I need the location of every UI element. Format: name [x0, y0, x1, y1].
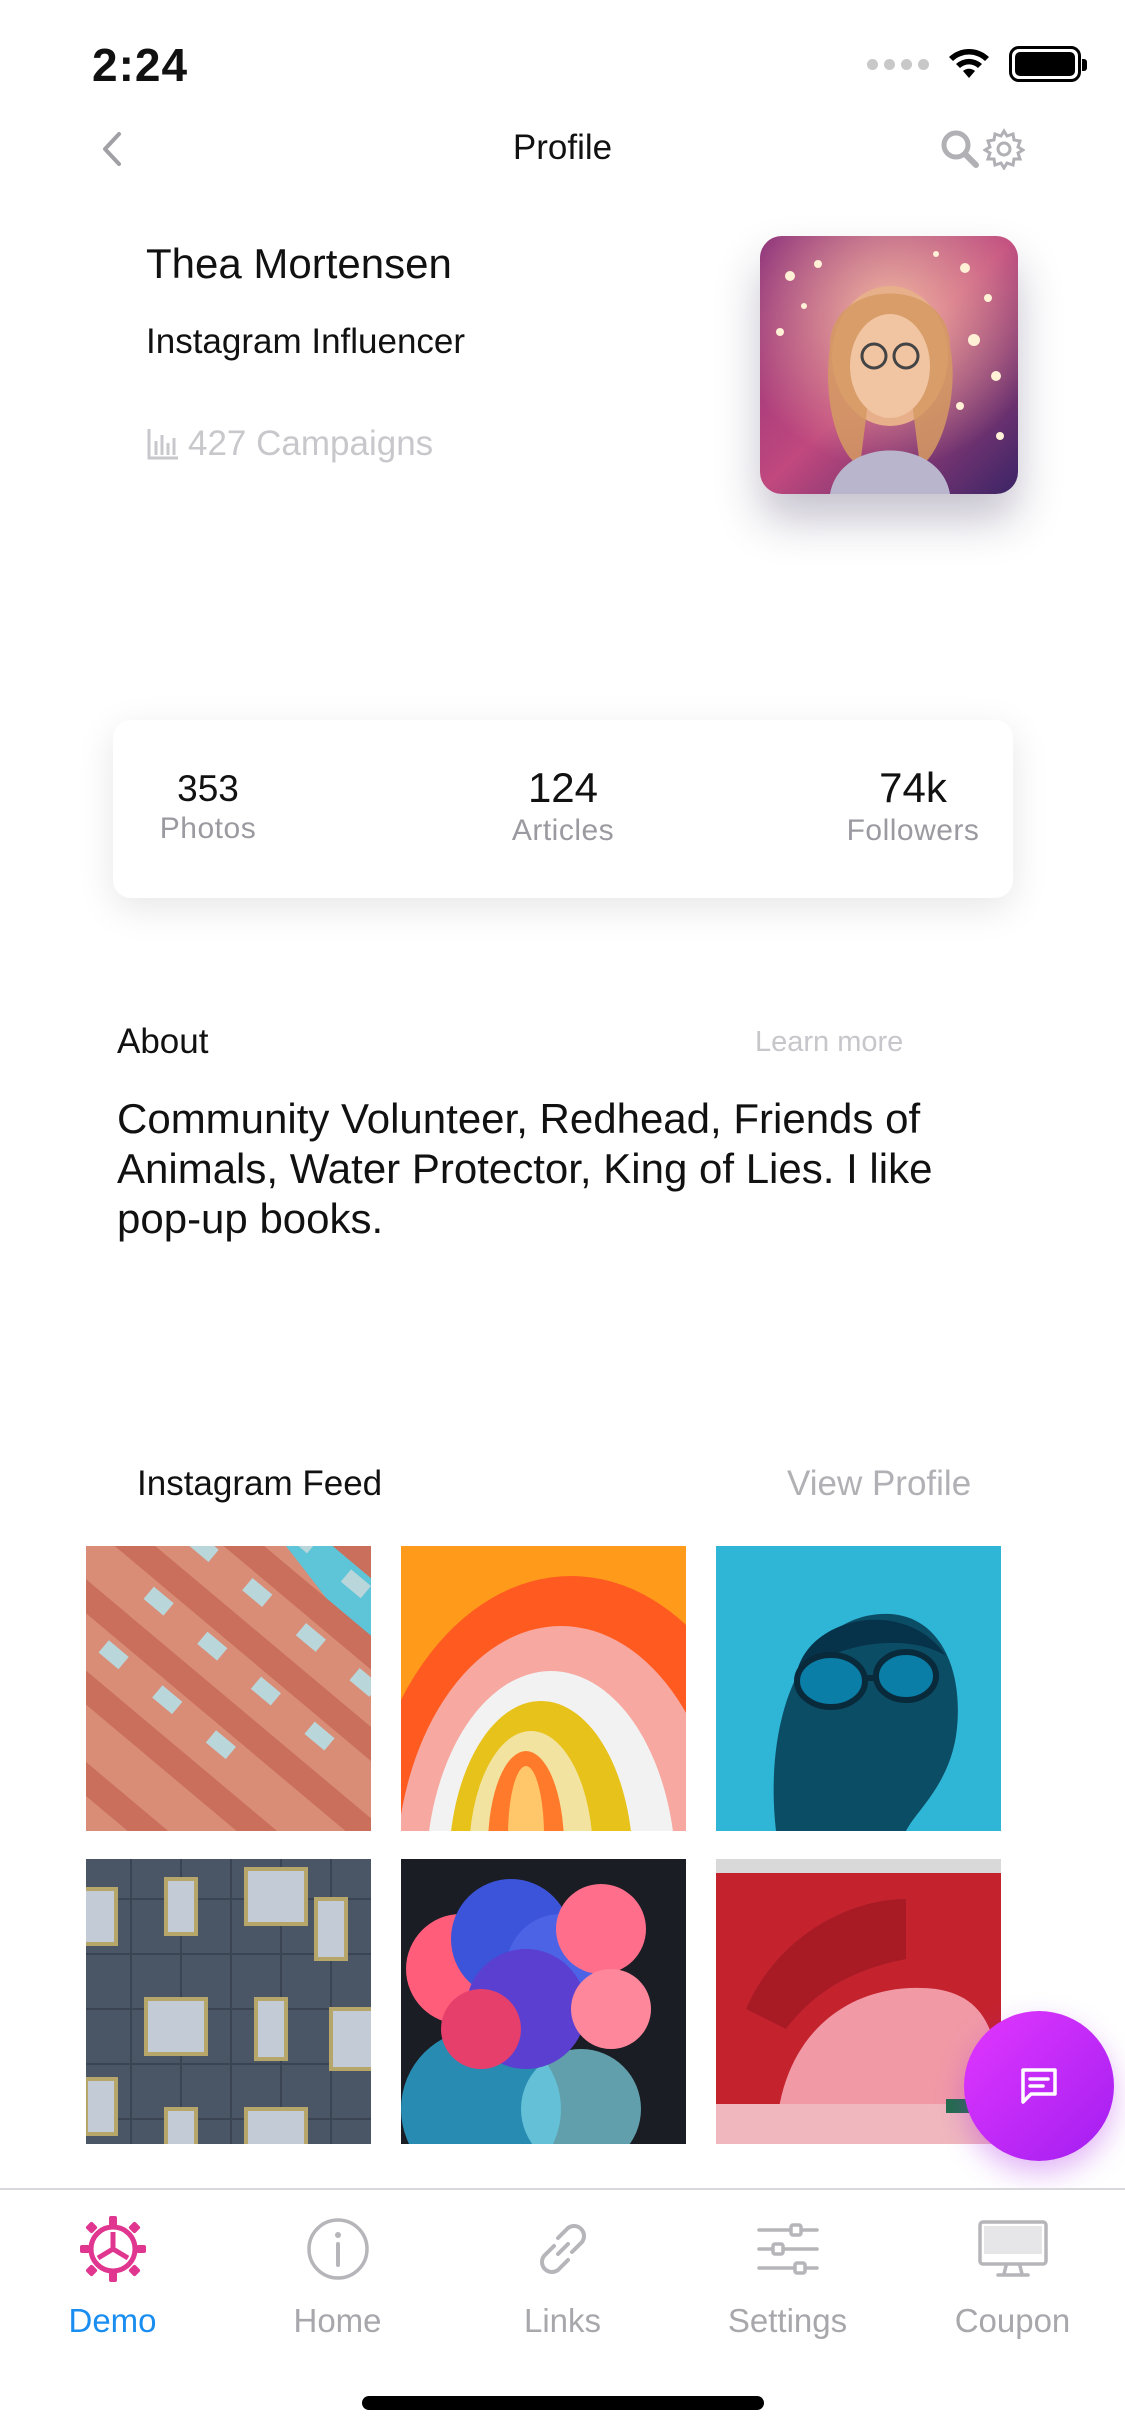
feed-photo[interactable] — [401, 1859, 686, 2144]
link-icon — [539, 2224, 586, 2274]
feed-photo[interactable] — [716, 1546, 1001, 1831]
settings-button[interactable] — [982, 124, 1026, 174]
stat-label: Photos — [159, 812, 257, 845]
gear-icon — [79, 2216, 146, 2282]
rainbow-arch-photo — [401, 1546, 686, 1831]
battery-icon — [1009, 46, 1087, 82]
tab-settings[interactable]: Settings — [675, 2204, 900, 2340]
stat-photos[interactable]: 353 Photos — [133, 768, 283, 846]
feed-photo[interactable] — [86, 1859, 371, 2144]
profile-role: Instagram Influencer — [146, 322, 466, 361]
stat-followers[interactable]: 74k Followers — [833, 764, 993, 848]
home-indicator[interactable] — [362, 2396, 764, 2410]
stat-value: 353 — [177, 768, 239, 809]
tab-coupon[interactable]: Coupon — [900, 2204, 1125, 2340]
bar-chart-icon — [147, 429, 178, 460]
message-icon — [1021, 2068, 1057, 2104]
abstract-red-photo — [716, 1859, 1001, 2144]
search-button[interactable] — [938, 124, 982, 174]
stat-value: 74k — [879, 764, 947, 811]
tab-demo[interactable]: Demo — [0, 2204, 225, 2340]
avatar[interactable] — [760, 236, 1018, 494]
tab-label: Demo — [68, 2302, 157, 2339]
campaigns-label: 427 Campaigns — [188, 424, 434, 463]
about-title: About — [117, 1022, 209, 1061]
tab-label: Coupon — [954, 2302, 1071, 2339]
stat-label: Followers — [846, 814, 980, 847]
tab-icon-wrap — [225, 2204, 450, 2294]
message-fab[interactable] — [964, 2011, 1114, 2161]
tab-label: Settings — [727, 2302, 848, 2339]
feed-title: Instagram Feed — [137, 1464, 383, 1503]
tab-label: Home — [293, 2302, 382, 2339]
wifi-icon — [949, 49, 989, 78]
tab-label: Links — [523, 2302, 602, 2339]
tab-icon-wrap — [0, 2204, 225, 2294]
learn-more-link[interactable]: Learn more — [755, 1026, 903, 1059]
feed-photo[interactable] — [716, 1859, 1001, 2144]
info-icon — [306, 2218, 369, 2280]
tab-icon-wrap — [450, 2204, 675, 2294]
profile-screen: 2:24 Profile Thea Mortensen Instagram In… — [0, 0, 1125, 2436]
search-icon — [941, 130, 979, 168]
facade-photo — [86, 1859, 371, 2144]
feed-photo[interactable] — [401, 1546, 686, 1831]
monitor-icon — [977, 2220, 1048, 2277]
feed-photo[interactable] — [86, 1546, 371, 1831]
building-photo — [86, 1546, 371, 1831]
gear-icon — [983, 128, 1025, 170]
stats-card: 353 Photos 124 Articles 74k Followers — [113, 720, 1013, 898]
stat-articles[interactable]: 124 Articles — [488, 764, 638, 848]
tab-home[interactable]: Home — [225, 2204, 450, 2340]
portrait-photo — [716, 1546, 1001, 1831]
status-time: 2:24 — [92, 39, 189, 91]
stat-label: Articles — [511, 814, 615, 847]
nav-actions — [938, 124, 1026, 174]
smoke-photo — [401, 1859, 686, 2144]
campaigns-count: 427 Campaigns — [146, 424, 433, 464]
status-icons — [867, 46, 1087, 82]
stat-value: 124 — [527, 764, 599, 811]
avatar-photo — [760, 236, 1018, 494]
tab-icon-wrap — [900, 2204, 1125, 2294]
profile-name: Thea Mortensen — [146, 240, 452, 287]
cellular-signal-icon — [867, 58, 929, 70]
tab-icon-wrap — [675, 2204, 900, 2294]
sliders-icon — [756, 2223, 819, 2275]
about-text: Community Volunteer, Redhead, Friends of… — [117, 1095, 933, 1242]
view-profile-link[interactable]: View Profile — [787, 1464, 971, 1504]
tab-links[interactable]: Links — [450, 2204, 675, 2340]
